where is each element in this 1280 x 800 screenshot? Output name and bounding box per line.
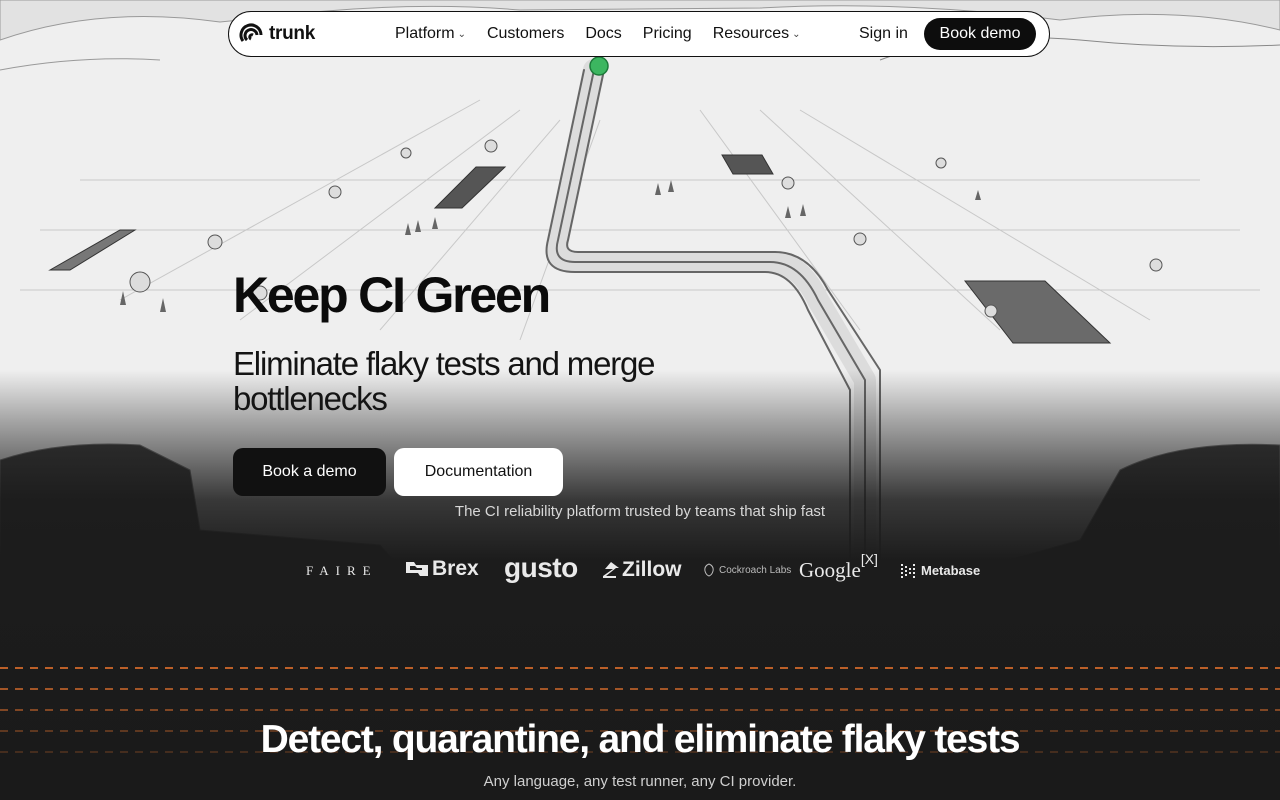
- documentation-button[interactable]: Documentation: [394, 448, 563, 496]
- metabase-logo: Metabase: [901, 563, 980, 578]
- nav-platform[interactable]: Platform ⌄: [395, 25, 466, 43]
- dashed-divider: [0, 688, 1280, 690]
- zillow-logo-text: Zillow: [622, 558, 682, 581]
- nav-platform-label: Platform: [395, 25, 455, 42]
- cockroach-labs-logo: Cockroach Labs: [703, 563, 791, 577]
- book-a-demo-button[interactable]: Book a demo: [233, 448, 386, 496]
- nav-docs[interactable]: Docs: [585, 25, 621, 43]
- google-logo-text: Google: [799, 558, 861, 582]
- trunk-logo-icon: [239, 23, 263, 42]
- sign-in-link[interactable]: Sign in: [859, 25, 908, 43]
- brex-logo: Brex: [405, 557, 479, 581]
- zillow-mark-icon: [603, 562, 619, 578]
- hero-title: Keep CI Green: [233, 267, 551, 323]
- gusto-logo: gusto: [504, 552, 578, 583]
- brand-name: trunk: [269, 23, 316, 44]
- top-navbar: trunk Platform ⌄ Customers Docs Pricing …: [228, 11, 1050, 57]
- nav-links: Platform ⌄ Customers Docs Pricing Resour…: [395, 12, 822, 56]
- nav-customers[interactable]: Customers: [487, 25, 564, 43]
- chevron-down-icon: ⌄: [457, 28, 466, 40]
- nav-resources-label: Resources: [712, 25, 790, 42]
- nav-pricing[interactable]: Pricing: [643, 25, 692, 43]
- hero-subtitle: Eliminate flaky tests and merge bottlene…: [233, 345, 656, 417]
- section-subtitle: Any language, any test runner, any CI pr…: [483, 773, 797, 790]
- cockroach-labs-text: Cockroach Labs: [719, 564, 792, 576]
- metabase-logo-text: Metabase: [921, 563, 981, 578]
- dashed-divider: [0, 709, 1280, 711]
- zillow-logo: Zillow: [602, 558, 682, 582]
- metabase-mark-icon: [901, 563, 915, 578]
- cockroach-mark-icon: [704, 563, 714, 577]
- book-demo-button[interactable]: Book demo: [924, 18, 1036, 50]
- brex-logo-text: Brex: [432, 557, 479, 580]
- brex-mark-icon: [406, 562, 428, 576]
- google-x-logo: Google[X]: [799, 551, 878, 583]
- nav-pricing-label: Pricing: [642, 25, 692, 42]
- nav-resources[interactable]: Resources ⌄: [713, 25, 801, 43]
- dashed-divider: [0, 667, 1280, 669]
- chevron-down-icon: ⌄: [792, 28, 801, 40]
- nav-docs-label: Docs: [585, 25, 622, 42]
- trunk-logo-link[interactable]: trunk: [239, 21, 315, 47]
- google-x-superscript: [X]: [860, 551, 878, 567]
- nav-customers-label: Customers: [486, 25, 565, 42]
- faire-logo: FAIRE: [306, 563, 378, 578]
- trusted-by-text: The CI reliability platform trusted by t…: [454, 503, 826, 520]
- section-title: Detect, quarantine, and eliminate flaky …: [260, 718, 1021, 761]
